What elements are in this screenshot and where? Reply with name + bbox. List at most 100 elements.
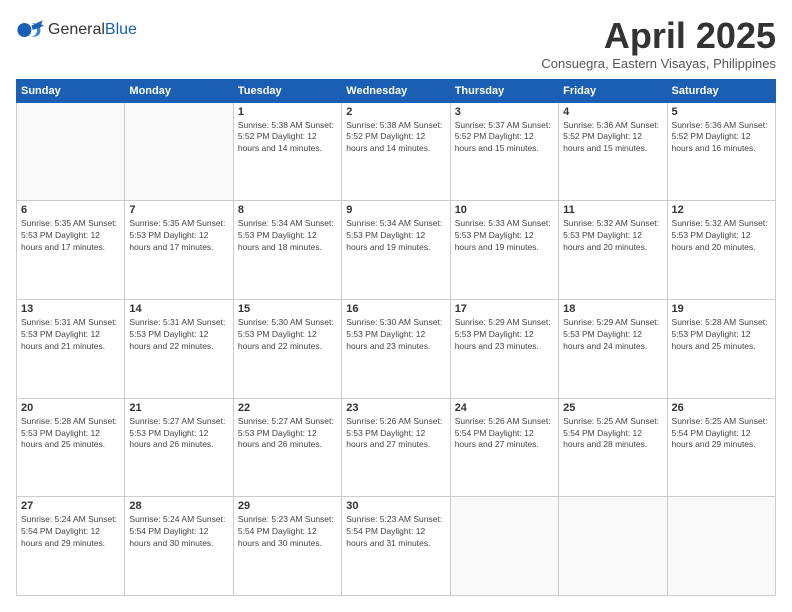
table-row: 5 Sunrise: 5:36 AM Sunset: 5:52 PM Daylig… (667, 102, 775, 201)
logo-general: General (48, 21, 105, 38)
day-number: 19 (672, 303, 771, 315)
table-row (125, 102, 233, 201)
col-friday: Friday (559, 79, 667, 102)
header: GeneralBlue April 2025 Consuegra, Easter… (16, 16, 776, 71)
table-row: 28 Sunrise: 5:24 AM Sunset: 5:54 PM Dayli… (125, 497, 233, 596)
day-number: 22 (238, 402, 337, 414)
day-info: Sunrise: 5:38 AM Sunset: 5:52 PM Dayligh… (346, 120, 445, 156)
week-row-3: 20 Sunrise: 5:28 AM Sunset: 5:53 PM Dayli… (17, 398, 776, 497)
weekday-row: Sunday Monday Tuesday Wednesday Thursday… (17, 79, 776, 102)
col-tuesday: Tuesday (233, 79, 341, 102)
table-row: 6Sunrise: 5:35 AM Sunset: 5:53 PM Daylig… (17, 201, 125, 300)
day-info: Sunrise: 5:36 AM Sunset: 5:52 PM Dayligh… (563, 120, 662, 156)
table-row: 14 Sunrise: 5:31 AM Sunset: 5:53 PM Dayli… (125, 299, 233, 398)
day-number: 20 (21, 402, 120, 414)
day-info: Sunrise: 5:27 AM Sunset: 5:53 PM Dayligh… (238, 416, 337, 452)
day-info: Sunrise: 5:33 AM Sunset: 5:53 PM Dayligh… (455, 218, 554, 254)
day-number: 28 (129, 500, 228, 512)
table-row: 16 Sunrise: 5:30 AM Sunset: 5:53 PM Dayli… (342, 299, 450, 398)
day-info: Sunrise: 5:27 AM Sunset: 5:53 PM Dayligh… (129, 416, 228, 452)
day-info: Sunrise: 5:34 AM Sunset: 5:53 PM Dayligh… (346, 218, 445, 254)
day-number: 8 (238, 204, 337, 216)
day-info: Sunrise: 5:29 AM Sunset: 5:53 PM Dayligh… (563, 317, 662, 353)
logo-blue: Blue (105, 21, 137, 38)
day-info: Sunrise: 5:28 AM Sunset: 5:53 PM Dayligh… (21, 416, 120, 452)
day-number: 26 (672, 402, 771, 414)
day-number: 10 (455, 204, 554, 216)
table-row: 8 Sunrise: 5:34 AM Sunset: 5:53 PM Daylig… (233, 201, 341, 300)
day-number: 23 (346, 402, 445, 414)
table-row: 12 Sunrise: 5:32 AM Sunset: 5:53 PM Dayli… (667, 201, 775, 300)
logo-icon (16, 16, 44, 44)
day-number: 12 (672, 204, 771, 216)
day-info: Sunrise: 5:26 AM Sunset: 5:53 PM Dayligh… (346, 416, 445, 452)
day-number: 9 (346, 204, 445, 216)
table-row: 19Sunrise: 5:28 AM Sunset: 5:53 PM Dayli… (667, 299, 775, 398)
day-info: Sunrise: 5:35 AM Sunset: 5:53 PM Dayligh… (129, 218, 228, 254)
table-row: 7 Sunrise: 5:35 AM Sunset: 5:53 PM Daylig… (125, 201, 233, 300)
day-info: Sunrise: 5:31 AM Sunset: 5:53 PM Dayligh… (129, 317, 228, 353)
day-number: 1 (238, 106, 337, 118)
day-info: Sunrise: 5:24 AM Sunset: 5:54 PM Dayligh… (129, 514, 228, 550)
day-number: 4 (563, 106, 662, 118)
table-row (450, 497, 558, 596)
title-block: April 2025 Consuegra, Eastern Visayas, P… (541, 16, 776, 71)
day-info: Sunrise: 5:34 AM Sunset: 5:53 PM Dayligh… (238, 218, 337, 254)
day-info: Sunrise: 5:23 AM Sunset: 5:54 PM Dayligh… (346, 514, 445, 550)
day-info: Sunrise: 5:25 AM Sunset: 5:54 PM Dayligh… (672, 416, 771, 452)
table-row: 17Sunrise: 5:29 AM Sunset: 5:53 PM Dayli… (450, 299, 558, 398)
day-info: Sunrise: 5:36 AM Sunset: 5:52 PM Dayligh… (672, 120, 771, 156)
table-row: 23 Sunrise: 5:26 AM Sunset: 5:53 PM Dayli… (342, 398, 450, 497)
week-row-2: 13 Sunrise: 5:31 AM Sunset: 5:53 PM Dayli… (17, 299, 776, 398)
table-row: 22 Sunrise: 5:27 AM Sunset: 5:53 PM Dayli… (233, 398, 341, 497)
day-number: 25 (563, 402, 662, 414)
day-number: 18 (563, 303, 662, 315)
day-number: 5 (672, 106, 771, 118)
day-number: 21 (129, 402, 228, 414)
day-number: 17 (455, 303, 554, 315)
day-info: Sunrise: 5:30 AM Sunset: 5:53 PM Dayligh… (238, 317, 337, 353)
day-number: 30 (346, 500, 445, 512)
day-info: Sunrise: 5:25 AM Sunset: 5:54 PM Dayligh… (563, 416, 662, 452)
day-number: 16 (346, 303, 445, 315)
table-row: 3 Sunrise: 5:37 AM Sunset: 5:52 PM Daylig… (450, 102, 558, 201)
table-row (559, 497, 667, 596)
day-number: 7 (129, 204, 228, 216)
day-number: 27 (21, 500, 120, 512)
day-number: 13 (21, 303, 120, 315)
table-row: 27Sunrise: 5:24 AM Sunset: 5:54 PM Dayli… (17, 497, 125, 596)
table-row: 18 Sunrise: 5:29 AM Sunset: 5:53 PM Dayli… (559, 299, 667, 398)
week-row-4: 27 Sunrise: 5:24 AM Sunset: 5:54 PM Dayli… (17, 497, 776, 596)
col-sunday: Sunday (17, 79, 125, 102)
calendar-body: 1 Sunrise: 5:38 AM Sunset: 5:52 PM Daylig… (17, 102, 776, 595)
table-row: 15Sunrise: 5:30 AM Sunset: 5:53 PM Dayli… (233, 299, 341, 398)
day-info: Sunrise: 5:30 AM Sunset: 5:53 PM Dayligh… (346, 317, 445, 353)
table-row: 10 Sunrise: 5:33 AM Sunset: 5:53 PM Dayli… (450, 201, 558, 300)
week-row-1: 6Sunrise: 5:35 AM Sunset: 5:53 PM Daylig… (17, 201, 776, 300)
day-info: Sunrise: 5:32 AM Sunset: 5:53 PM Dayligh… (672, 218, 771, 254)
table-row: 2 Sunrise: 5:38 AM Sunset: 5:52 PM Daylig… (342, 102, 450, 201)
day-info: Sunrise: 5:26 AM Sunset: 5:54 PM Dayligh… (455, 416, 554, 452)
table-row (17, 102, 125, 201)
table-row: 30 Sunrise: 5:23 AM Sunset: 5:54 PM Dayli… (342, 497, 450, 596)
col-saturday: Saturday (667, 79, 775, 102)
day-number: 14 (129, 303, 228, 315)
calendar-header: Sunday Monday Tuesday Wednesday Thursday… (17, 79, 776, 102)
col-wednesday: Wednesday (342, 79, 450, 102)
day-info: Sunrise: 5:37 AM Sunset: 5:52 PM Dayligh… (455, 120, 554, 156)
table-row: 13Sunrise: 5:31 AM Sunset: 5:53 PM Dayli… (17, 299, 125, 398)
day-number: 11 (563, 204, 662, 216)
col-thursday: Thursday (450, 79, 558, 102)
page: GeneralBlue April 2025 Consuegra, Easter… (0, 0, 792, 612)
calendar-table: Sunday Monday Tuesday Wednesday Thursday… (16, 79, 776, 596)
col-monday: Monday (125, 79, 233, 102)
day-info: Sunrise: 5:35 AM Sunset: 5:53 PM Dayligh… (21, 218, 120, 254)
day-info: Sunrise: 5:38 AM Sunset: 5:52 PM Dayligh… (238, 120, 337, 156)
day-number: 2 (346, 106, 445, 118)
location: Consuegra, Eastern Visayas, Philippines (541, 56, 776, 71)
day-number: 3 (455, 106, 554, 118)
table-row: 26 Sunrise: 5:25 AM Sunset: 5:54 PM Dayli… (667, 398, 775, 497)
day-number: 29 (238, 500, 337, 512)
day-info: Sunrise: 5:32 AM Sunset: 5:53 PM Dayligh… (563, 218, 662, 254)
table-row: 1 Sunrise: 5:38 AM Sunset: 5:52 PM Daylig… (233, 102, 341, 201)
